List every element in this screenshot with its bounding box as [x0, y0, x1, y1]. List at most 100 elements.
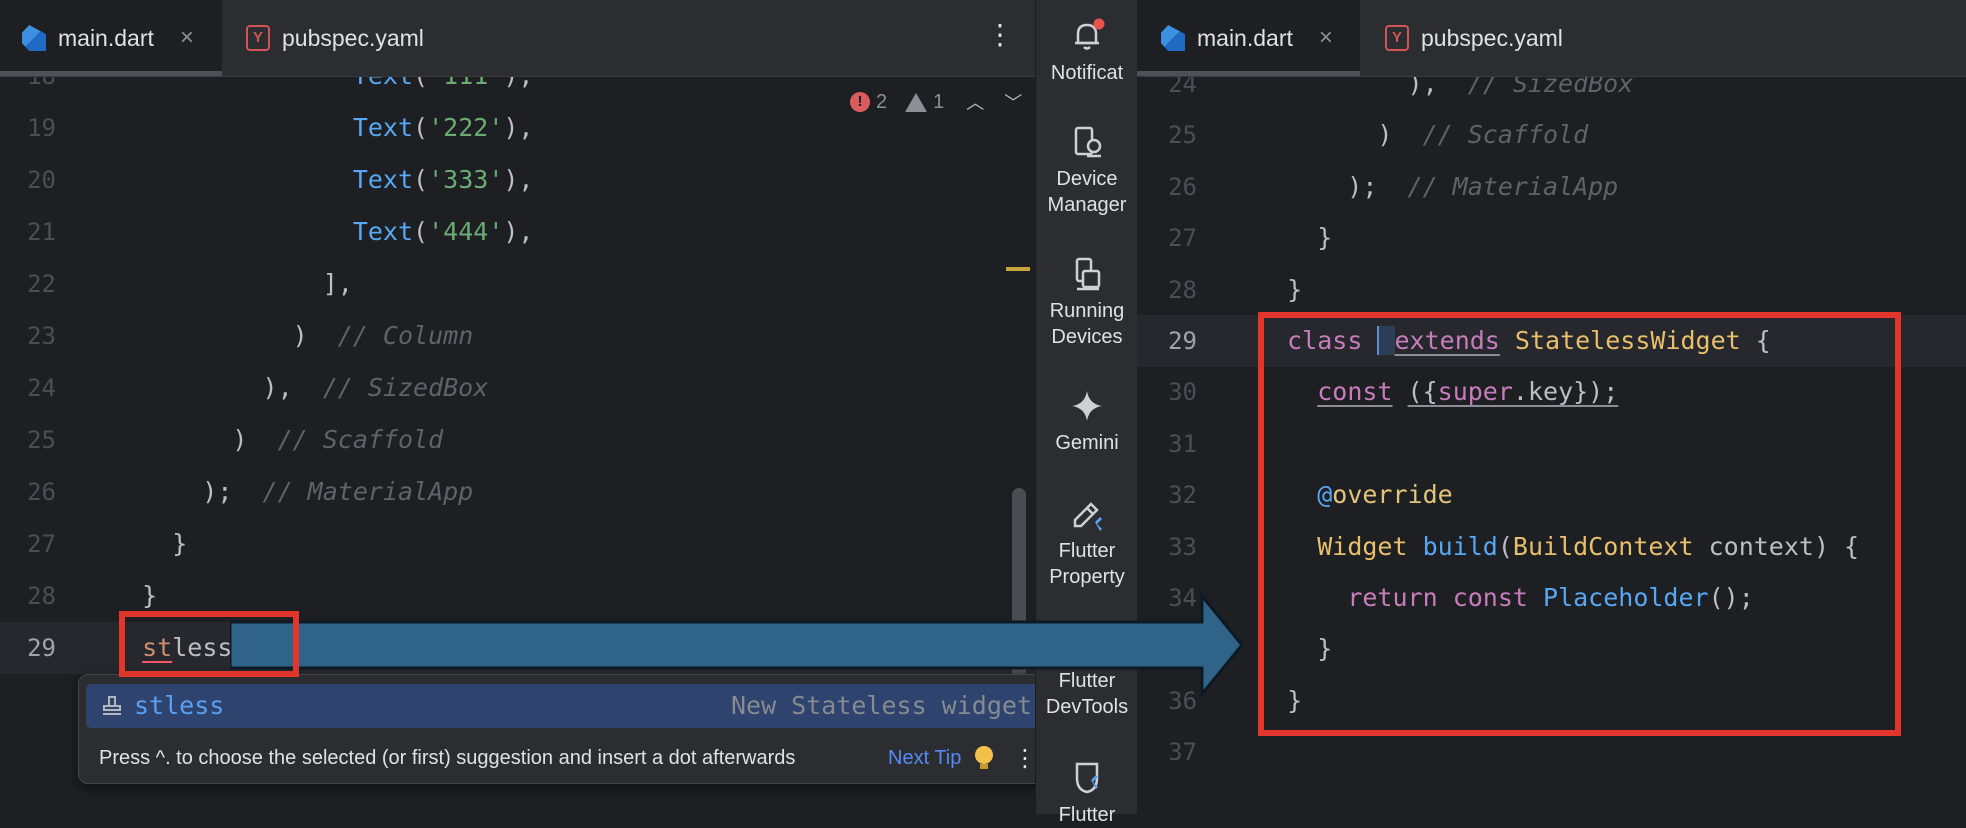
tab-label: pubspec.yaml — [282, 24, 424, 51]
code-text: ); // MaterialApp — [112, 466, 473, 518]
tool-label: Property — [1049, 566, 1125, 588]
line-number: 24 — [27, 374, 56, 402]
flutter-tool[interactable]: Flutter — [1036, 760, 1138, 828]
tool-label: Flutter — [1058, 540, 1116, 562]
code-line[interactable]: 27 } — [0, 518, 1035, 570]
code-token: } — [112, 581, 158, 610]
close-tab-icon[interactable]: × — [180, 24, 194, 52]
line-number: 37 — [1168, 738, 1197, 767]
gemini-tool[interactable]: Gemini — [1036, 388, 1138, 456]
code-token: ); — [1257, 171, 1408, 201]
completion-item-label: stless — [134, 691, 225, 720]
right-tab-bar: main.dart × Y pubspec.yaml — [1137, 0, 1966, 77]
bell-icon — [1075, 18, 1105, 50]
code-token: // Scaffold — [1422, 120, 1589, 150]
completion-tip-bar: Press ^. to choose the selected (or firs… — [79, 735, 1035, 781]
code-token: // SizedBox — [322, 373, 489, 402]
code-text: } — [112, 518, 187, 570]
next-tip-link[interactable]: Next Tip — [888, 735, 961, 781]
yaml-file-icon: Y — [1385, 25, 1409, 51]
code-line[interactable]: 23 ) // Column — [0, 310, 1035, 362]
running-devices-tool[interactable]: Running Devices — [1036, 256, 1138, 350]
flutter-property-tool[interactable]: Flutter Property — [1036, 496, 1138, 590]
code-token: Text — [352, 113, 414, 142]
line-number: 29 — [1168, 327, 1197, 355]
code-token: '333' — [428, 165, 504, 194]
code-text: ) // Scaffold — [112, 414, 443, 466]
change-marker — [1006, 267, 1030, 271]
code-line[interactable]: 28 } — [1137, 264, 1966, 316]
code-line[interactable]: 26 ); // MaterialApp — [1137, 161, 1966, 213]
code-token: // MaterialApp — [262, 477, 474, 506]
sparkle-icon — [1072, 391, 1102, 421]
tab-pubspec-yaml[interactable]: Y pubspec.yaml — [246, 0, 424, 76]
line-number: 32 — [1168, 481, 1197, 510]
code-token: } — [1257, 223, 1333, 253]
tool-label: Manager — [1047, 194, 1127, 216]
generated-code-highlight — [1258, 312, 1901, 736]
tab-main-dart[interactable]: main.dart × — [0, 0, 222, 76]
code-text: ) // Column — [112, 310, 474, 362]
code-line[interactable]: 25 ) // Scaffold — [0, 414, 1035, 466]
tool-label: Devices — [1051, 326, 1123, 348]
yaml-file-icon: Y — [246, 25, 270, 51]
tab-main-dart[interactable]: main.dart × — [1137, 0, 1360, 76]
device-manager-tool[interactable]: Device Manager — [1036, 124, 1138, 218]
tool-label: Flutter — [1058, 804, 1116, 826]
code-token: // MaterialApp — [1407, 171, 1619, 201]
code-line[interactable]: 20 Text('333'), — [0, 154, 1035, 206]
chevron-down-icon[interactable]: ﹀ — [1004, 89, 1022, 115]
code-token: ), — [503, 165, 534, 194]
line-number: 27 — [1168, 224, 1197, 253]
line-number: 21 — [27, 218, 56, 246]
tab-pubspec-yaml[interactable]: Y pubspec.yaml — [1385, 0, 1563, 76]
notifications-tool[interactable]: Notificat — [1036, 18, 1138, 86]
warning-icon — [905, 92, 928, 112]
code-text: ); // MaterialApp — [1257, 161, 1618, 213]
tab-label: main.dart — [1197, 24, 1293, 51]
more-tabs-menu-icon[interactable]: ⋮ — [986, 18, 1014, 51]
code-token: '222' — [428, 113, 504, 142]
code-line[interactable]: 24 ), // SizedBox — [0, 362, 1035, 414]
chevron-up-icon[interactable]: ︿ — [966, 89, 984, 115]
code-token: ( — [413, 165, 429, 194]
code-line[interactable]: 21 Text('444'), — [0, 206, 1035, 258]
line-number: 31 — [1168, 429, 1197, 458]
tab-label: pubspec.yaml — [1421, 24, 1563, 51]
code-token: ); — [112, 477, 263, 506]
code-token: // Scaffold — [277, 425, 444, 454]
code-token: } — [112, 529, 188, 558]
code-token: ], — [112, 269, 353, 298]
code-line[interactable]: 27 } — [1137, 212, 1966, 264]
dart-file-icon — [22, 25, 46, 51]
code-line[interactable]: 25 ) // Scaffold — [1137, 109, 1966, 161]
code-text: ) // Scaffold — [1257, 109, 1588, 161]
code-line[interactable]: 22 ], — [0, 258, 1035, 310]
inspection-widget[interactable]: ! 2 1 ︿ ﹀ — [850, 88, 1022, 116]
code-text: Text('333'), — [112, 154, 534, 206]
flutter-property-icon — [1073, 502, 1102, 531]
transform-arrow — [230, 591, 1244, 699]
code-text: Text('222'), — [112, 102, 534, 154]
dart-file-icon — [1161, 25, 1185, 51]
tab-label: main.dart — [58, 24, 154, 51]
code-line[interactable]: 26 ); // MaterialApp — [0, 466, 1035, 518]
line-number: 30 — [1168, 378, 1197, 407]
code-token: ) — [112, 425, 278, 454]
error-icon: ! — [850, 92, 870, 112]
close-tab-icon[interactable]: × — [1319, 24, 1333, 52]
tip-more-icon[interactable]: ⋮ — [1013, 735, 1035, 781]
line-number: 28 — [27, 582, 56, 610]
lightbulb-base — [980, 764, 988, 769]
code-token: ( — [413, 217, 429, 246]
line-number: 25 — [1168, 121, 1197, 150]
line-number: 26 — [1168, 172, 1197, 201]
code-text: Text('444'), — [112, 206, 534, 258]
code-text: } — [1257, 264, 1302, 316]
tool-label: Running — [1049, 300, 1125, 322]
line-number: 28 — [1168, 275, 1197, 304]
line-number: 29 — [27, 634, 56, 662]
